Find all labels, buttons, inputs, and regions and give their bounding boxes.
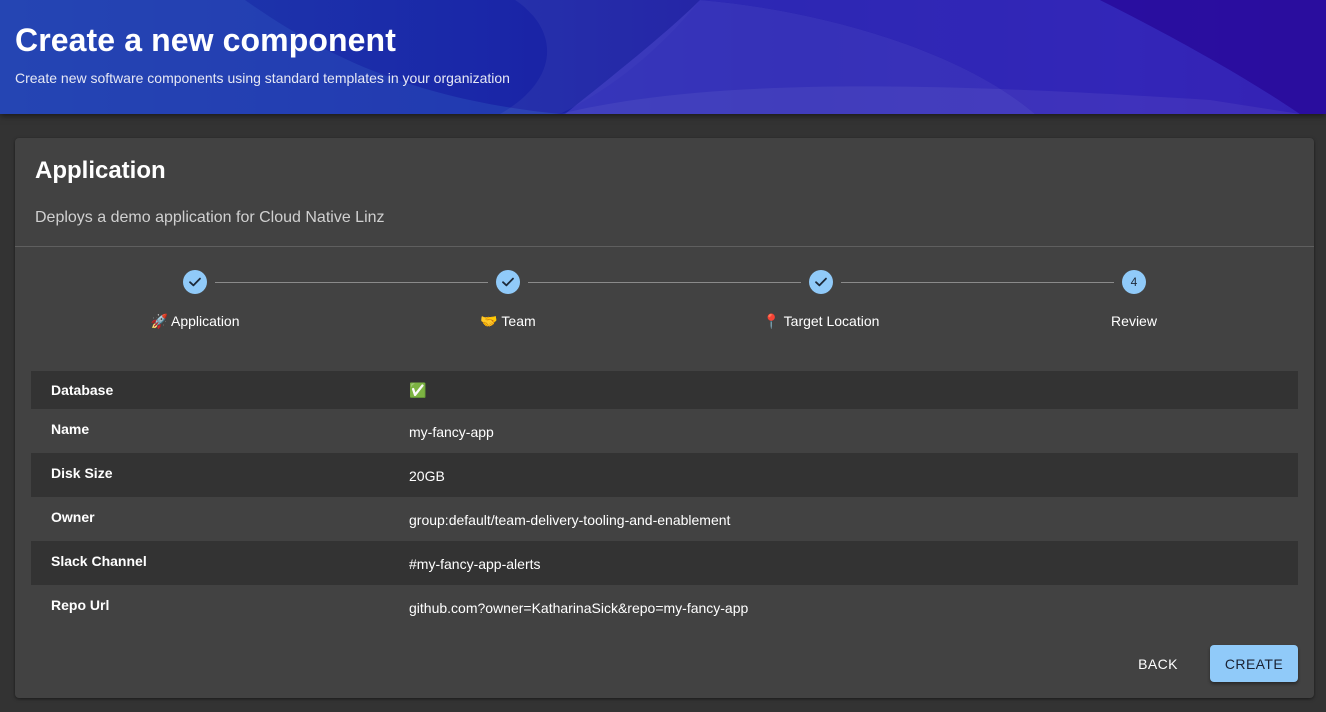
table-row: Owner group:default/team-delivery-toolin… (31, 497, 1298, 541)
review-key: Owner (51, 509, 95, 525)
step-completed-indicator (496, 270, 520, 294)
step-completed-indicator (809, 270, 833, 294)
step-connector (528, 282, 801, 283)
form-actions: BACK CREATE (1098, 645, 1298, 682)
template-description: Deploys a demo application for Cloud Nat… (35, 209, 385, 226)
card-divider (15, 246, 1314, 247)
review-value: github.com?owner=KatharinaSick&repo=my-f… (409, 600, 749, 616)
step-label: Review (1111, 313, 1157, 329)
review-value: group:default/team-delivery-tooling-and-… (409, 512, 731, 528)
check-icon (502, 277, 514, 287)
table-row: Database ✅ (31, 371, 1298, 409)
step-connector (215, 282, 488, 283)
create-button[interactable]: CREATE (1210, 645, 1298, 682)
review-table: Database ✅ Name my-fancy-app Disk Size 2… (31, 371, 1298, 629)
review-value: #my-fancy-app-alerts (409, 556, 541, 572)
page-header: Create a new component Create new softwa… (0, 0, 1326, 114)
step-completed-indicator (183, 270, 207, 294)
review-key: Repo Url (51, 597, 110, 613)
page-subtitle: Create new software components using sta… (15, 70, 510, 86)
review-value: ✅ (409, 382, 427, 398)
review-value: my-fancy-app (409, 424, 494, 440)
step-number-indicator: 4 (1122, 270, 1146, 294)
table-row: Name my-fancy-app (31, 409, 1298, 453)
step-connector (841, 282, 1114, 283)
template-card: Application Deploys a demo application f… (15, 138, 1314, 698)
check-icon (189, 277, 201, 287)
step-label: 🤝 Team (480, 313, 536, 329)
review-key: Disk Size (51, 465, 113, 481)
back-button[interactable]: BACK (1122, 645, 1194, 682)
review-key: Name (51, 421, 90, 437)
review-value: 20GB (409, 468, 445, 484)
table-row: Disk Size 20GB (31, 453, 1298, 497)
review-key: Slack Channel (51, 553, 147, 569)
stepper: 🚀 Application 🤝 Team 📍 Target Location 4… (15, 270, 1314, 340)
check-icon (815, 277, 827, 287)
review-key: Database (51, 382, 114, 398)
step-label: 🚀 Application (150, 313, 240, 329)
table-row: Repo Url github.com?owner=KatharinaSick&… (31, 585, 1298, 629)
page-title: Create a new component (15, 22, 396, 58)
template-title: Application (35, 157, 166, 184)
table-row: Slack Channel #my-fancy-app-alerts (31, 541, 1298, 585)
step-label: 📍 Target Location (762, 313, 880, 329)
